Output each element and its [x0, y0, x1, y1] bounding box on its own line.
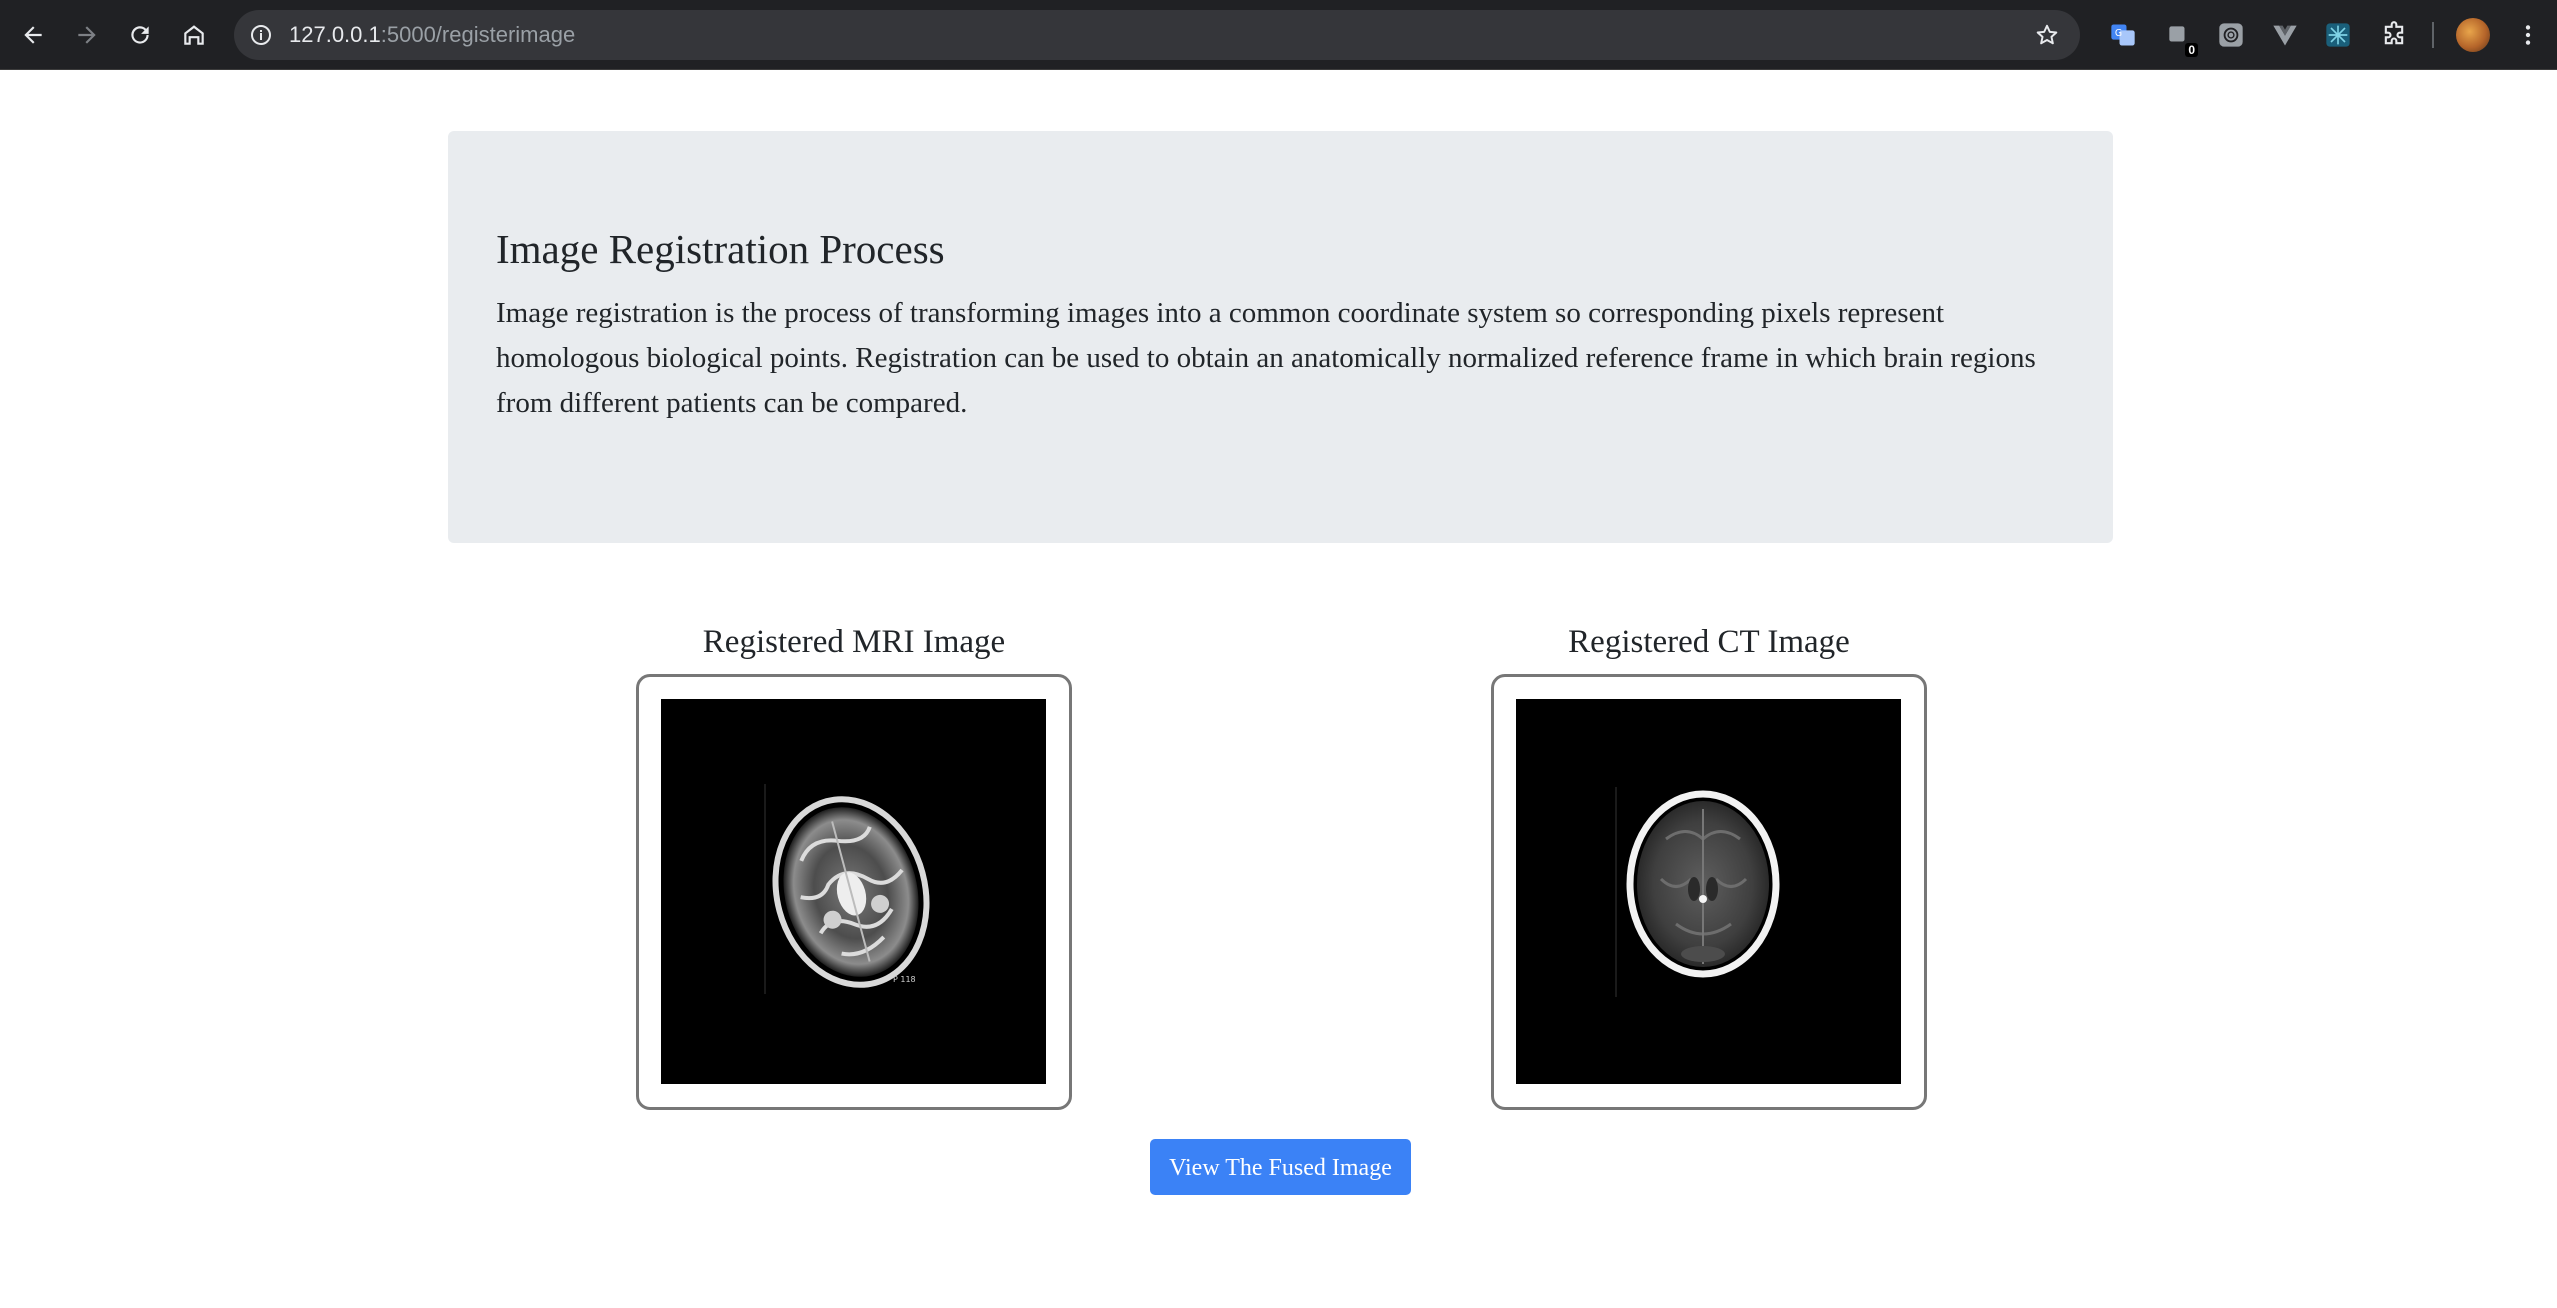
mri-image-title: Registered MRI Image	[702, 624, 1006, 660]
reload-button[interactable]	[120, 15, 160, 55]
ct-image-frame	[1491, 674, 1927, 1110]
address-bar[interactable]: 127.0.0.1:5000/registerimage	[234, 10, 2080, 60]
info-panel: Image Registration Process Image registr…	[448, 131, 2113, 543]
bookmark-star-icon[interactable]	[2032, 20, 2062, 50]
more-vert-icon	[2525, 25, 2531, 45]
ct-scan-image	[1516, 699, 1901, 1084]
url-path: :5000/registerimage	[380, 22, 576, 47]
browser-toolbar: 127.0.0.1:5000/registerimage G 0	[0, 0, 2557, 70]
profile-avatar[interactable]	[2456, 18, 2490, 52]
vue-devtools-extension-icon[interactable]	[2267, 17, 2303, 53]
svg-text:P 118: P 118	[893, 975, 916, 984]
toolbar-divider	[2432, 22, 2434, 48]
forward-button[interactable]	[67, 15, 107, 55]
ct-image-title: Registered CT Image	[1568, 624, 1850, 660]
mri-image-card: Registered MRI Image P 118	[636, 612, 1072, 1110]
url-host: 127.0.0.1	[289, 22, 381, 47]
ct-image-card: Registered CT Image	[1491, 612, 1927, 1110]
mri-image-frame: P 118	[636, 674, 1072, 1110]
url-text[interactable]: 127.0.0.1:5000/registerimage	[289, 10, 575, 60]
openai-extension-icon[interactable]	[2213, 17, 2249, 53]
back-button[interactable]	[13, 15, 53, 55]
mri-scan-image: P 118	[661, 699, 1046, 1084]
reload-icon	[131, 26, 149, 44]
arrow-left-icon	[24, 26, 42, 44]
extension-badge: 0	[2185, 43, 2198, 57]
extensions-puzzle-icon[interactable]	[2376, 17, 2412, 53]
view-fused-image-button[interactable]: View The Fused Image	[1150, 1139, 1411, 1195]
google-translate-extension-icon[interactable]: G	[2105, 17, 2141, 53]
home-icon	[184, 25, 204, 45]
site-info-icon[interactable]	[246, 20, 276, 50]
svg-text:G: G	[2115, 28, 2122, 39]
chrome-menu-button[interactable]	[2510, 17, 2546, 53]
grid-extension-icon[interactable]	[2320, 17, 2356, 53]
home-button[interactable]	[174, 15, 214, 55]
page-title: Image Registration Process	[496, 226, 945, 272]
page-description: Image registration is the process of tra…	[496, 297, 2036, 419]
arrow-right-icon	[78, 26, 96, 44]
counter-extension-icon[interactable]: 0	[2160, 17, 2198, 57]
